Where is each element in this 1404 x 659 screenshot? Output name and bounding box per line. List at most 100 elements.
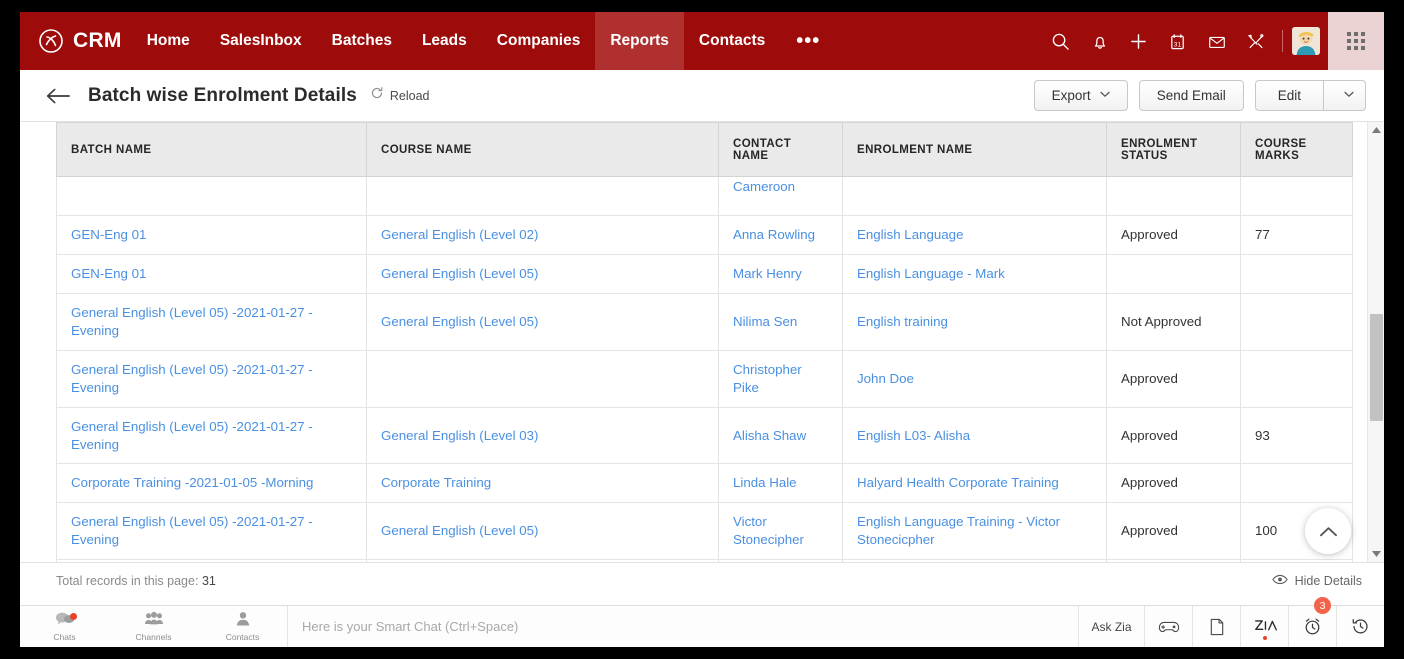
cell-enrolment-name[interactable]: John Doe <box>842 349 1107 408</box>
nav-item-more[interactable]: ••• <box>780 12 836 70</box>
nav-item-companies[interactable]: Companies <box>482 12 596 70</box>
ask-zia-button[interactable]: Ask Zia <box>1078 606 1144 647</box>
nav-item-contacts[interactable]: Contacts <box>684 12 780 70</box>
chat-tab-chats[interactable]: Chats <box>20 606 109 647</box>
table-row[interactable]: General English (Level 05) -2021-01-27 -… <box>56 292 1353 351</box>
scroll-up-arrow[interactable] <box>1368 122 1384 138</box>
cell-course-name[interactable]: Corporate Training <box>366 463 719 504</box>
cell-contact-name[interactable]: Willie Vallejo <box>718 559 843 562</box>
cell-enrolment-name-link[interactable]: Halyard Health Corporate Training <box>857 475 1059 490</box>
table-row[interactable]: Corporate Training -2021-01-05 -Morning C… <box>56 463 1353 504</box>
cell-batch-name-link[interactable]: General English (Level 05) -2021-01-27 -… <box>71 514 313 547</box>
cell-batch-name[interactable]: General English (Level 05) -2021-01-27 -… <box>56 406 367 465</box>
cell-batch-name[interactable]: General English (Level 05) -2021-01-27 -… <box>56 502 367 561</box>
apps-grid-button[interactable] <box>1328 12 1384 70</box>
back-arrow-icon[interactable] <box>46 87 71 105</box>
column-header-course-marks[interactable]: COURSE MARKS <box>1240 122 1353 177</box>
chat-tab-contacts[interactable]: Contacts <box>198 606 287 647</box>
cell-course-name[interactable]: General English (Level 05) <box>366 502 719 561</box>
cell-batch-name[interactable]: General English (Level 05) -2021-01-27 -… <box>56 559 367 562</box>
smart-chat-input[interactable] <box>302 619 1064 634</box>
cell-enrolment-name[interactable]: English training <box>842 292 1107 351</box>
cell-batch-name-link[interactable]: GEN-Eng 01 <box>71 266 146 281</box>
cell-enrolment-name[interactable]: English L03- Alisha <box>842 406 1107 465</box>
table-row[interactable]: General English (Level 05) -2021-01-27 -… <box>56 559 1353 562</box>
scrollbar-thumb[interactable] <box>1370 314 1383 421</box>
table-row-clipped[interactable]: Cameroon <box>56 176 1353 216</box>
cell-batch-name[interactable]: General English (Level 05) -2021-01-27 -… <box>56 349 367 408</box>
cell-enrolment-name-link[interactable]: English Language Training - Victor Stone… <box>857 514 1060 547</box>
cell-contact-name[interactable]: Anna Rowling <box>718 214 843 255</box>
avatar[interactable] <box>1292 27 1320 55</box>
bell-icon[interactable] <box>1080 12 1119 70</box>
reload-button[interactable]: Reload <box>370 86 430 105</box>
nav-item-salesinbox[interactable]: SalesInbox <box>205 12 317 70</box>
clipped-contact-link[interactable]: Cameroon <box>733 178 828 196</box>
nav-item-batches[interactable]: Batches <box>317 12 407 70</box>
cell-enrolment-name-link[interactable]: English Language - Mark <box>857 266 1005 281</box>
edit-dropdown-button[interactable] <box>1323 80 1366 111</box>
cell-course-name-link[interactable]: General English (Level 05) <box>381 314 538 329</box>
hide-details-button[interactable]: Hide Details <box>1271 574 1362 588</box>
cell-batch-name[interactable]: GEN-Eng 01 <box>56 253 367 294</box>
cell-course-name[interactable]: General English (Level 02) <box>366 214 719 255</box>
cell-enrolment-name[interactable]: English Language <box>842 214 1107 255</box>
search-icon[interactable] <box>1041 12 1080 70</box>
zia-icon[interactable] <box>1240 606 1288 647</box>
cell-contact-name[interactable]: Cameroon <box>718 176 843 216</box>
history-icon[interactable] <box>1336 606 1384 647</box>
cell-course-name-link[interactable]: General English (Level 02) <box>381 227 538 242</box>
column-header-enrolment-status[interactable]: ENROLMENT STATUS <box>1106 122 1241 177</box>
table-row[interactable]: General English (Level 05) -2021-01-27 -… <box>56 349 1353 408</box>
cell-batch-name-link[interactable]: General English (Level 05) -2021-01-27 -… <box>71 419 313 452</box>
note-icon[interactable] <box>1192 606 1240 647</box>
edit-button[interactable]: Edit <box>1254 80 1323 111</box>
nav-item-leads[interactable]: Leads <box>407 12 482 70</box>
cell-contact-name-link[interactable]: Alisha Shaw <box>733 428 806 443</box>
cell-course-name-link[interactable]: General English (Level 05) <box>381 266 538 281</box>
cell-contact-name-link[interactable]: Anna Rowling <box>733 227 815 242</box>
cell-course-name[interactable]: General English (Level 05) <box>366 253 719 294</box>
cell-batch-name-link[interactable]: Corporate Training -2021-01-05 -Morning <box>71 475 313 490</box>
cell-enrolment-name[interactable] <box>842 176 1107 216</box>
cell-enrolment-name-link[interactable]: English Language <box>857 227 963 242</box>
cell-course-name-link[interactable]: General English (Level 05) <box>381 523 538 538</box>
brand-logo-area[interactable]: CRM <box>20 12 132 70</box>
tools-icon[interactable] <box>1236 12 1275 70</box>
cell-enrolment-name[interactable]: General English Training <box>842 559 1107 562</box>
cell-contact-name-link[interactable]: Christopher Pike <box>733 362 802 395</box>
cell-batch-name[interactable] <box>56 176 367 216</box>
cell-batch-name[interactable]: Corporate Training -2021-01-05 -Morning <box>56 463 367 504</box>
chat-tab-channels[interactable]: Channels <box>109 606 198 647</box>
cell-contact-name[interactable]: Alisha Shaw <box>718 406 843 465</box>
cell-course-name-link[interactable]: Corporate Training <box>381 475 491 490</box>
gamepad-icon[interactable] <box>1144 606 1192 647</box>
nav-item-reports[interactable]: Reports <box>595 12 684 70</box>
table-row[interactable]: GEN-Eng 01 General English (Level 05) Mark… <box>56 253 1353 294</box>
cell-batch-name[interactable]: GEN-Eng 01 <box>56 214 367 255</box>
export-button[interactable]: Export <box>1033 80 1128 111</box>
cell-course-name[interactable]: General English (Level 05) <box>366 559 719 562</box>
alarm-icon[interactable]: 3 <box>1288 597 1336 647</box>
scroll-to-top-button[interactable] <box>1305 508 1351 554</box>
cell-contact-name[interactable]: Victor Stonecipher <box>718 502 843 561</box>
plus-icon[interactable] <box>1119 12 1158 70</box>
nav-item-home[interactable]: Home <box>132 12 205 70</box>
column-header-contact-name[interactable]: CONTACT NAME <box>718 122 843 177</box>
cell-batch-name-link[interactable]: GEN-Eng 01 <box>71 227 146 242</box>
cell-enrolment-name[interactable]: Halyard Health Corporate Training <box>842 463 1107 504</box>
cell-enrolment-name[interactable]: English Language Training - Victor Stone… <box>842 502 1107 561</box>
cell-batch-name-link[interactable]: General English (Level 05) -2021-01-27 -… <box>71 305 313 338</box>
cell-course-name[interactable]: General English (Level 03) <box>366 406 719 465</box>
cell-course-name[interactable] <box>366 176 719 216</box>
calendar-icon[interactable]: 31 <box>1158 12 1197 70</box>
cell-enrolment-name-link[interactable]: English L03- Alisha <box>857 428 970 443</box>
cell-contact-name[interactable]: Christopher Pike <box>718 349 843 408</box>
cell-contact-name-link[interactable]: Linda Hale <box>733 475 797 490</box>
column-header-batch-name[interactable]: BATCH NAME <box>56 122 367 177</box>
cell-enrolment-name-link[interactable]: English training <box>857 314 948 329</box>
send-email-button[interactable]: Send Email <box>1138 80 1244 111</box>
table-row[interactable]: General English (Level 05) -2021-01-27 -… <box>56 502 1353 561</box>
chat-input-wrapper[interactable] <box>287 606 1078 647</box>
cell-contact-name-link[interactable]: Victor Stonecipher <box>733 514 804 547</box>
